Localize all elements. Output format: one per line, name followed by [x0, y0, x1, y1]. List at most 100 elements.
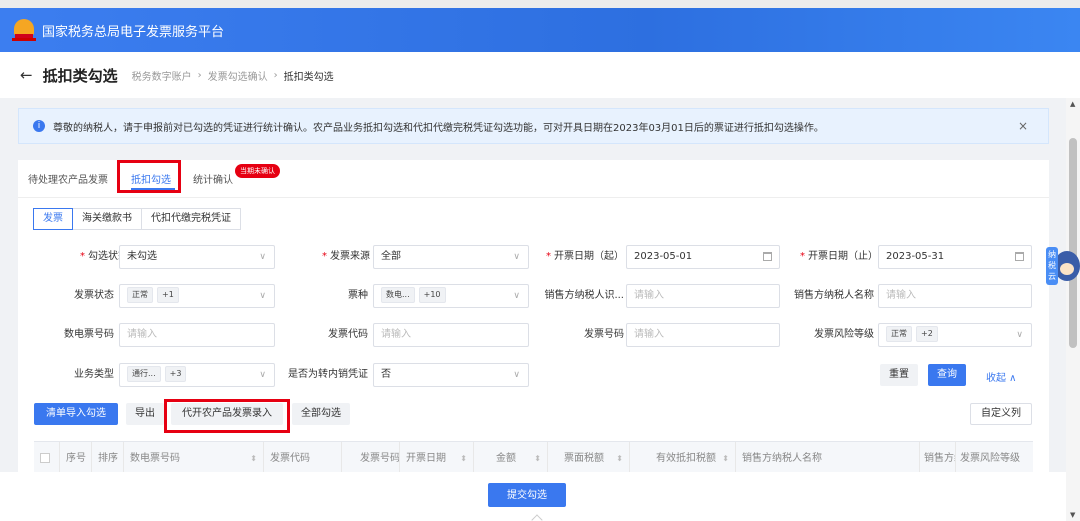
checkbox-icon — [40, 453, 50, 463]
seller-name-label: 销售方纳税人名称 — [794, 290, 874, 301]
import-check-button[interactable]: 清单导入勾选 — [34, 403, 118, 425]
collapse-link[interactable]: 收起 ∧ — [986, 369, 1017, 384]
breadcrumb-current: 抵扣类勾选 — [283, 71, 334, 83]
notice-banner: i 尊敬的纳税人，请于申报前对已勾选的凭证进行统计确认。农产品业务抵扣勾选和代扣… — [18, 108, 1049, 144]
back-arrow-icon[interactable]: ← — [20, 66, 33, 84]
invoice-source-select[interactable]: 全部 ∨ — [373, 245, 529, 269]
scroll-up-icon[interactable]: ▲ — [1070, 100, 1075, 108]
column-header: 发票风险等级 — [960, 453, 1020, 464]
column-header[interactable]: 票面税额 ⬍ — [548, 442, 630, 475]
chevron-down-icon: ∨ — [1016, 330, 1023, 340]
subtab-customs[interactable]: 海关缴款书 — [72, 208, 142, 230]
column-header: 发票号码 — [342, 442, 400, 475]
chevron-down-icon: ∨ — [259, 291, 266, 301]
custom-columns-button[interactable]: 自定义列 — [970, 403, 1032, 425]
breadcrumb-item[interactable]: 发票勾选确认 — [208, 68, 268, 83]
sort-icon: ⬍ — [250, 454, 257, 463]
app-header: 国家税务总局电子发票服务平台 — [0, 8, 1080, 52]
sort-icon: ⬍ — [616, 454, 623, 463]
invoice-code-input[interactable]: 请输入 — [373, 323, 529, 347]
highlight-box — [164, 399, 290, 433]
invoice-source-label: * 发票来源 — [322, 251, 370, 262]
app-title: 国家税务总局电子发票服务平台 — [42, 24, 225, 40]
scroll-down-icon[interactable]: ▼ — [1070, 511, 1075, 519]
check-status-label: * 勾选状态 — [80, 251, 128, 262]
calendar-icon — [1015, 252, 1024, 261]
scrollbar-thumb[interactable] — [1069, 138, 1077, 348]
chevron-down-icon: ∨ — [513, 291, 520, 301]
breadcrumb-separator: › — [197, 69, 202, 81]
notice-text: 尊敬的纳税人，请于申报前对已勾选的凭证进行统计确认。农产品业务抵扣勾选和代扣代缴… — [53, 122, 824, 134]
column-header: 排序 — [92, 442, 124, 475]
ticket-type-label: 票种 — [348, 290, 368, 301]
check-status-select[interactable]: 未勾选 ∨ — [119, 245, 275, 269]
info-icon: i — [33, 120, 45, 132]
seller-name-input[interactable]: 请输入 — [878, 284, 1032, 308]
column-header[interactable]: 开票日期 ⬍ — [400, 442, 474, 475]
column-header: 销售方纳 — [920, 442, 956, 475]
highlight-box — [117, 160, 181, 193]
table-header: 序号 排序 数电票号码 ⬍ 发票代码 发票号码 开票日期 ⬍ 金额 ⬍ 票面税额 ⬍ 有… — [34, 441, 1033, 475]
tab-pending-agri[interactable]: 待处理农产品发票 — [28, 171, 108, 186]
column-header: 发票代码 — [264, 442, 342, 475]
query-button[interactable]: 查询 — [928, 364, 966, 386]
export-button[interactable]: 导出 — [126, 403, 164, 425]
sort-icon: ⬍ — [722, 454, 729, 463]
calendar-icon — [763, 252, 772, 261]
transfer-label: 是否为转内销凭证 — [288, 369, 368, 380]
date-start-label: * 开票日期（起） — [546, 251, 624, 262]
page-titlebar: ← 抵扣类勾选 税务数字账户 › 发票勾选确认 › 抵扣类勾选 — [0, 52, 1080, 98]
date-end-input[interactable]: 2023-05-31 — [878, 245, 1032, 269]
seller-tax-id-input[interactable]: 请输入 — [626, 284, 780, 308]
scrollbar[interactable]: ▲ ▼ — [1066, 98, 1080, 521]
invoice-no-input[interactable]: 请输入 — [626, 323, 780, 347]
select-all-checkbox[interactable] — [34, 442, 60, 475]
logo-emblem-icon — [12, 18, 36, 42]
footer-bar: 提交勾选 — [0, 472, 1080, 521]
sort-icon: ⬍ — [534, 454, 541, 463]
invoice-code-label: 发票代码 — [328, 329, 368, 340]
expand-caret-icon[interactable] — [531, 514, 543, 521]
breadcrumb-item[interactable]: 税务数字账户 — [132, 68, 192, 83]
biz-type-select[interactable]: 通行... +3 ∨ — [119, 363, 275, 387]
tab-statistics-confirm[interactable]: 统计确认 — [193, 171, 233, 186]
browser-top-strip — [0, 0, 1080, 8]
subtab-withholding[interactable]: 代扣代缴完税凭证 — [141, 208, 241, 230]
date-end-label: * 开票日期（止） — [800, 251, 878, 262]
risk-level-label: 发票风险等级 — [814, 329, 874, 340]
risk-level-select[interactable]: 正常 +2 ∨ — [878, 323, 1032, 347]
reset-button[interactable]: 重置 — [880, 364, 918, 386]
column-header[interactable]: 金额 ⬍ — [474, 442, 548, 475]
column-header: 序号 — [60, 442, 92, 475]
seller-tax-id-label: 销售方纳税人识... — [544, 290, 624, 301]
column-header[interactable]: 有效抵扣税额 ⬍ — [630, 442, 736, 475]
assistant-sign: 纳 税 云 — [1046, 247, 1058, 285]
tab-bar: 待处理农产品发票 抵扣勾选 统计确认 当期未确认 — [18, 160, 1049, 198]
sort-icon: ⬍ — [460, 454, 467, 463]
chevron-down-icon: ∨ — [513, 252, 520, 262]
ticket-type-select[interactable]: 数电... +10 ∨ — [373, 284, 529, 308]
transfer-select[interactable]: 否 ∨ — [373, 363, 529, 387]
invoice-status-select[interactable]: 正常 +1 ∨ — [119, 284, 275, 308]
digital-no-label: 数电票号码 — [64, 329, 114, 340]
biz-type-label: 业务类型 — [74, 369, 114, 380]
status-badge: 当期未确认 — [235, 164, 280, 178]
digital-no-input[interactable]: 请输入 — [119, 323, 275, 347]
subtab-group: 发票 海关缴款书 代扣代缴完税凭证 — [33, 208, 241, 230]
close-icon[interactable]: × — [1018, 119, 1028, 133]
query-card: 待处理农产品发票 抵扣勾选 统计确认 当期未确认 发票 海关缴款书 代扣代缴完税… — [18, 160, 1049, 477]
page-title: 抵扣类勾选 — [42, 66, 118, 85]
assistant-avatar-icon[interactable]: 纳 税 云 — [1046, 247, 1080, 287]
main-content: i 尊敬的纳税人，请于申报前对已勾选的凭证进行统计确认。农产品业务抵扣勾选和代扣… — [18, 108, 1049, 521]
select-all-button[interactable]: 全部勾选 — [292, 403, 350, 425]
invoice-status-label: 发票状态 — [74, 290, 114, 301]
date-start-input[interactable]: 2023-05-01 — [626, 245, 780, 269]
breadcrumb: 税务数字账户 › 发票勾选确认 › 抵扣类勾选 — [132, 68, 334, 83]
chevron-down-icon: ∨ — [259, 370, 266, 380]
breadcrumb-separator: › — [273, 69, 278, 81]
subtab-invoice[interactable]: 发票 — [33, 208, 73, 230]
invoice-no-label: 发票号码 — [584, 329, 624, 340]
column-header[interactable]: 数电票号码 ⬍ — [124, 442, 264, 475]
chevron-down-icon: ∨ — [513, 370, 520, 380]
submit-check-button[interactable]: 提交勾选 — [488, 483, 566, 507]
